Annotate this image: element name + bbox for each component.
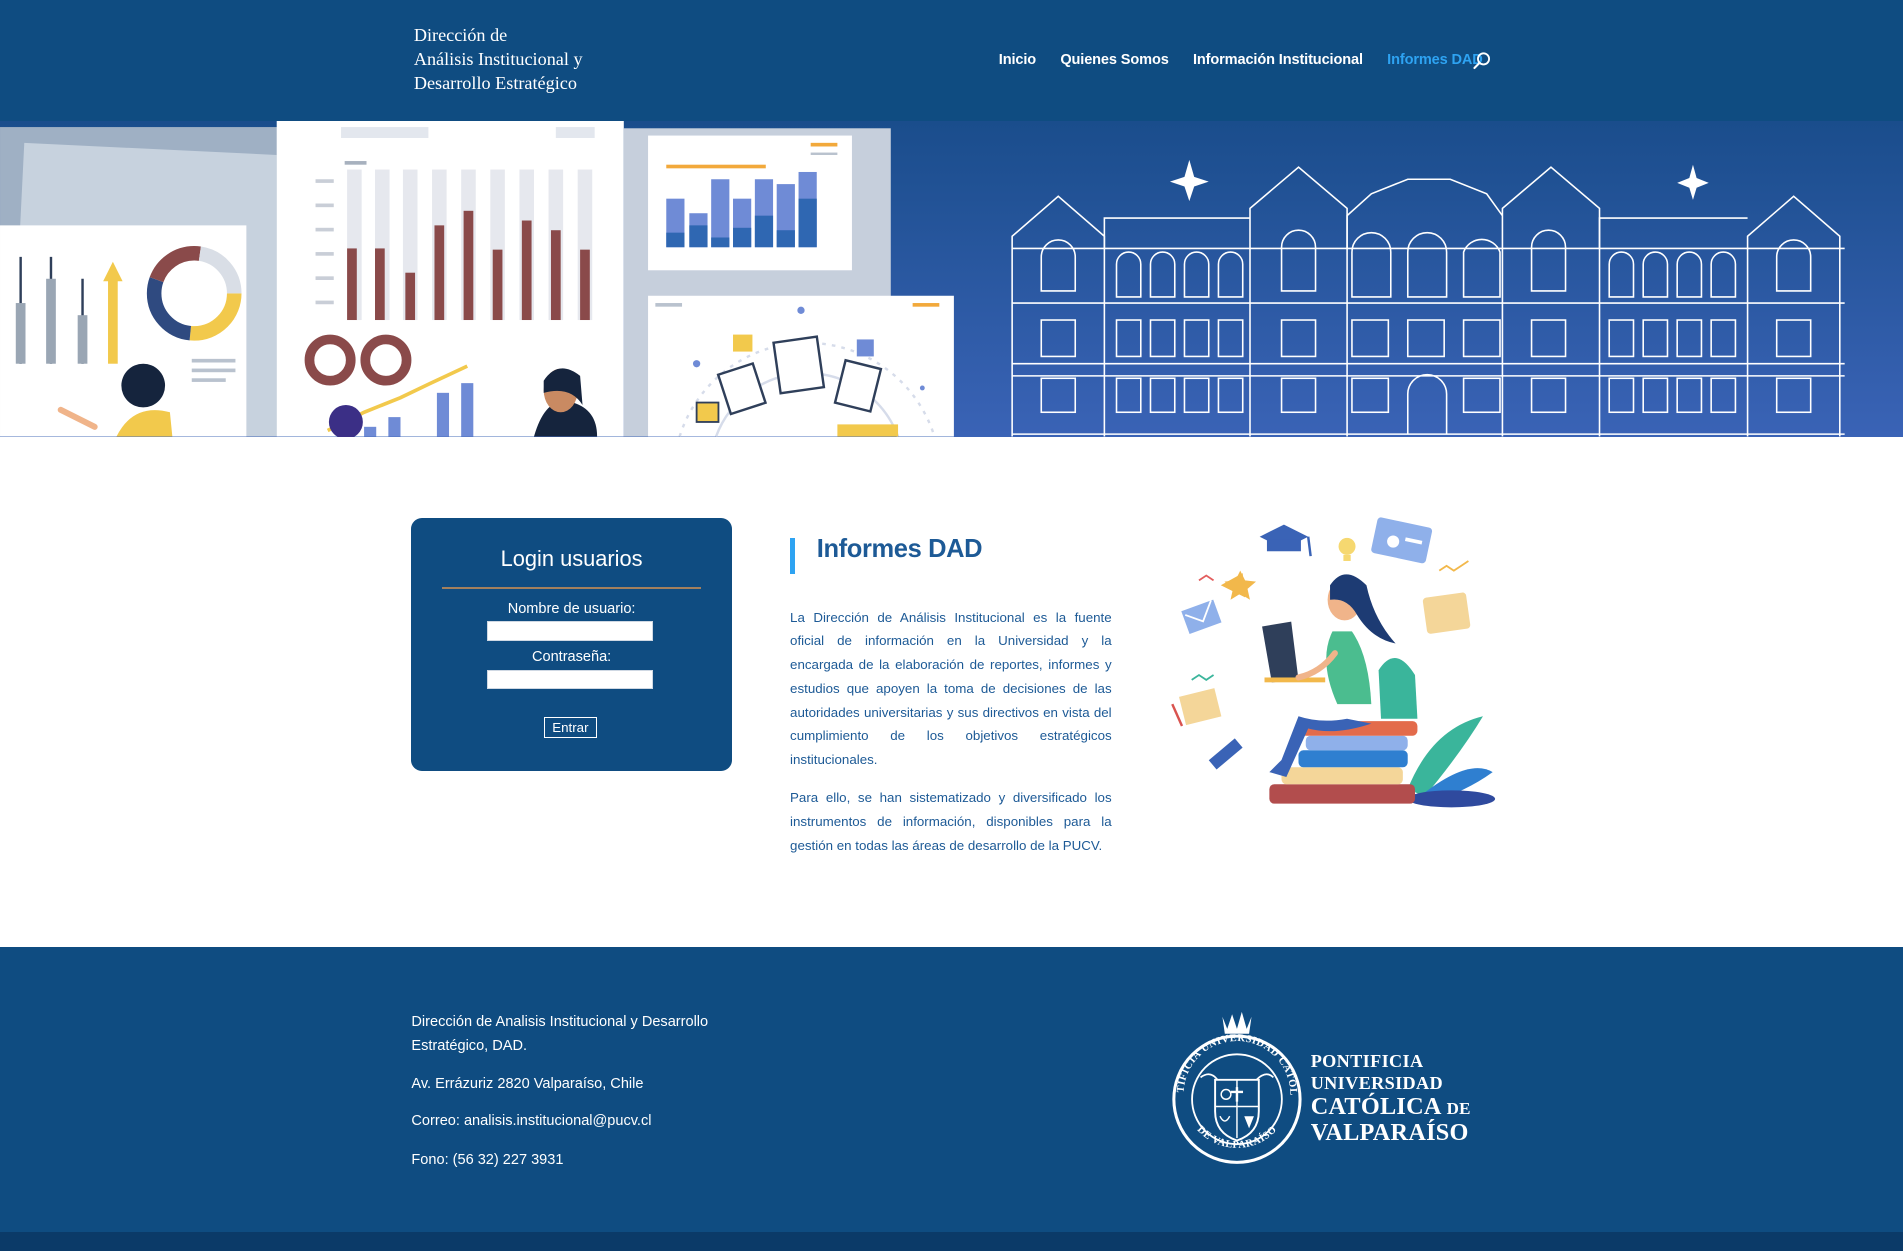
main-nav: Inicio Quienes Somos Información Institu… (999, 52, 1507, 71)
login-panel: Login usuarios Nombre de usuario: Contra… (411, 518, 732, 771)
footer-phone: Fono: (56 32) 227 3931 (411, 1152, 564, 1169)
site-header: Dirección de Análisis Institucional y De… (0, 0, 1903, 122)
university-name-line-3: CATÓLICA DE (1311, 1093, 1471, 1121)
logo-line-3: Desarrollo Estratégico (413, 72, 577, 93)
footer-email[interactable]: Correo: analisis.institucional@pucv.cl (411, 1109, 651, 1133)
university-name-line-4: VALPARAÍSO (1310, 1118, 1469, 1146)
footer-org-name-line-1: Dirección de Analisis Institucional y De… (411, 1013, 709, 1030)
title-accent-bar (790, 537, 795, 575)
hero-illustration (0, 121, 1845, 437)
site-logo[interactable]: Dirección de Análisis Institucional y De… (414, 24, 583, 95)
footer-bottom-bar (0, 1231, 1903, 1251)
username-label: Nombre de usuario: (507, 600, 636, 617)
login-divider (441, 587, 702, 589)
footer-org-name-line-2: Estratégico, DAD. (411, 1037, 528, 1054)
university-seal-logo[interactable]: PONTIFICIA UNIVERSIDAD CATÓLICA DE VALPA… (1169, 1007, 1302, 1165)
password-input[interactable] (486, 669, 653, 690)
logo-line-1: Dirección de (413, 25, 508, 46)
building-illustration (1011, 166, 1845, 437)
university-name-catolica: CATÓLICA (1310, 1093, 1441, 1121)
login-submit-button[interactable]: Entrar (543, 717, 598, 738)
logo-line-2: Análisis Institucional y (413, 48, 583, 69)
hero-banner (0, 121, 1903, 437)
university-name-line-2: UNIVERSIDAD (1310, 1072, 1444, 1093)
student-illustration (1171, 517, 1496, 808)
nav-informes-dad[interactable]: Informes DAD (1387, 52, 1483, 71)
university-name-line-1: PONTIFICIA (1310, 1050, 1424, 1071)
nav-quienes-somos[interactable]: Quienes Somos (1060, 52, 1168, 71)
nav-inicio[interactable]: Inicio (999, 52, 1036, 71)
page-title: Informes DAD (816, 535, 983, 564)
site-footer (0, 946, 1903, 1232)
nav-informacion-institucional[interactable]: Información Institucional (1193, 52, 1363, 71)
password-label: Contraseña: (531, 649, 612, 666)
center-bar-chart (344, 161, 593, 321)
search-icon[interactable] (1472, 51, 1491, 70)
article-paragraph-1: La Dirección de Análisis Institucional e… (790, 609, 1112, 768)
username-input[interactable] (486, 621, 653, 641)
sparkle-icons (1169, 160, 1709, 202)
login-title: Login usuarios (500, 546, 643, 572)
university-name-de: DE (1446, 1099, 1471, 1119)
footer-address: Av. Errázuriz 2820 Valparaíso, Chile (411, 1075, 644, 1092)
article-paragraph-2: Para ello, se han sistematizado y divers… (790, 790, 1112, 853)
